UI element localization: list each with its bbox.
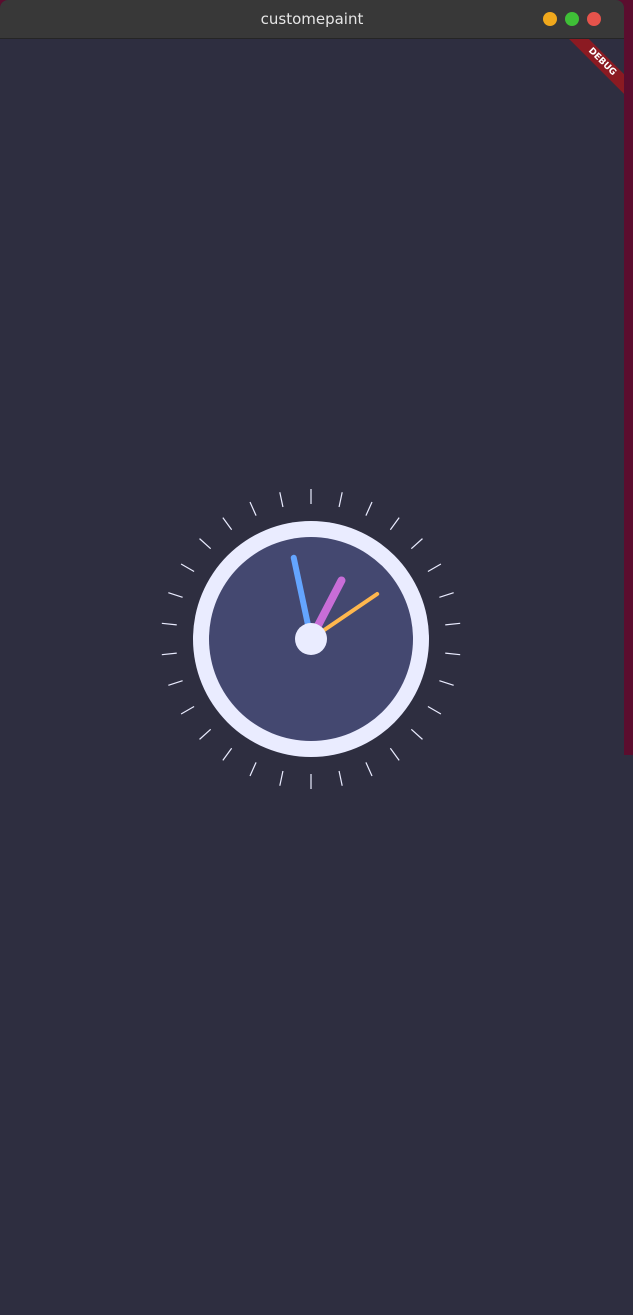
clock-tick xyxy=(249,762,257,777)
close-button[interactable] xyxy=(587,12,601,26)
clock xyxy=(161,489,461,789)
clock-tick xyxy=(279,770,284,786)
clock-tick xyxy=(168,592,183,598)
clock-tick xyxy=(439,680,454,686)
clock-tick xyxy=(222,747,233,761)
window-title: customepaint xyxy=(260,10,364,28)
title-bar[interactable]: customepaint xyxy=(0,0,624,39)
clock-tick xyxy=(445,622,461,626)
clock-tick xyxy=(410,538,423,550)
clock-tick xyxy=(180,705,195,715)
clock-tick xyxy=(199,728,212,740)
debug-banner-label: DEBUG xyxy=(564,39,624,99)
clock-tick xyxy=(249,501,257,516)
clock-tick xyxy=(161,622,177,626)
clock-center xyxy=(295,623,327,655)
maximize-button[interactable] xyxy=(565,12,579,26)
clock-tick xyxy=(180,563,195,573)
clock-tick xyxy=(279,492,284,508)
clock-tick xyxy=(389,517,400,531)
debug-banner: DEBUG xyxy=(564,39,624,99)
clock-tick xyxy=(445,652,461,656)
clock-tick xyxy=(410,728,423,740)
clock-tick xyxy=(427,705,442,715)
clock-tick xyxy=(338,770,343,786)
background-edge-dark xyxy=(624,0,633,755)
clock-tick xyxy=(161,652,177,656)
clock-tick xyxy=(338,492,343,508)
app-window: customepaint DEBUG xyxy=(0,0,624,1315)
clock-tick xyxy=(168,680,183,686)
minimize-button[interactable] xyxy=(543,12,557,26)
clock-tick xyxy=(365,762,373,777)
clock-tick xyxy=(439,592,454,598)
clock-tick xyxy=(222,517,233,531)
clock-tick xyxy=(427,563,442,573)
clock-tick xyxy=(199,538,212,550)
clock-tick xyxy=(389,747,400,761)
clock-tick xyxy=(365,501,373,516)
